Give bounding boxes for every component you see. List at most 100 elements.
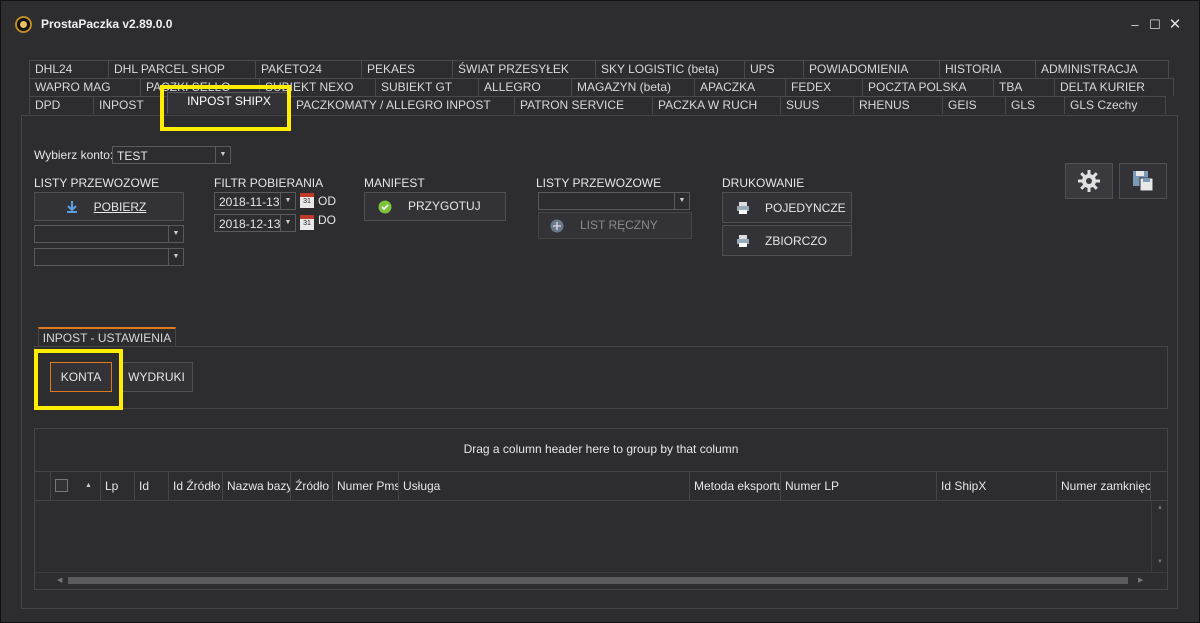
download-button[interactable]: POBIERZ (34, 192, 184, 221)
scroll-up-icon[interactable]: ▲ (1157, 505, 1163, 511)
tab-dhl24[interactable]: DHL24 (29, 60, 109, 78)
chevron-down-icon: ▼ (280, 193, 295, 209)
manual-waybill-button[interactable]: LIST RĘCZNY (538, 212, 692, 239)
tab-subiekt-gt[interactable]: SUBIEKT GT (375, 78, 479, 96)
tab-row-1: DHL24 DHL PARCEL SHOP PAKETO24 PEKAES ŚW… (29, 60, 1169, 78)
settings-button[interactable] (1065, 163, 1113, 199)
row-indicator-column (35, 472, 51, 500)
tab-poczta-polska[interactable]: POCZTA POLSKA (862, 78, 994, 96)
account-value: TEST (117, 149, 148, 163)
column-header-id-zrodlo[interactable]: Id Źródło (169, 472, 223, 500)
column-header-usluga[interactable]: Usługa (399, 472, 690, 500)
waybills-select-1[interactable]: ▼ (34, 225, 184, 243)
plus-circle-icon (550, 219, 564, 233)
chevron-down-icon: ▼ (674, 193, 689, 209)
manual-waybill-label: LIST RĘCZNY (580, 218, 658, 232)
maximize-icon[interactable]: ☐ (1147, 17, 1163, 33)
filter-heading: FILTR POBIERANIA (214, 176, 324, 190)
chevron-down-icon: ▼ (168, 226, 183, 242)
date-to-value: 2018-12-13 (219, 217, 281, 231)
scroll-left-icon[interactable]: ◀ (57, 576, 62, 584)
tab-wapro-mag[interactable]: WAPRO MAG (29, 78, 141, 96)
check-circle-icon (378, 200, 392, 214)
scroll-down-icon[interactable]: ▼ (1157, 559, 1163, 565)
tab-paketo24[interactable]: PAKETO24 (255, 60, 362, 78)
manifest-heading: MANIFEST (364, 176, 425, 190)
data-grid: Drag a column header here to group by th… (34, 428, 1168, 590)
sort-ascending-icon: ▲ (85, 482, 92, 489)
calendar-icon[interactable]: 31 (300, 193, 314, 208)
save-button[interactable] (1119, 163, 1167, 199)
tab-ups[interactable]: UPS (744, 60, 804, 78)
date-from-value: 2018-11-13 (219, 195, 280, 209)
prints-button[interactable]: WYDRUKI (120, 362, 193, 392)
tab-administracja[interactable]: ADMINISTRACJA (1035, 60, 1169, 78)
tab-pekaes[interactable]: PEKAES (361, 60, 453, 78)
tab-paczka-w-ruch[interactable]: PACZKA W RUCH (652, 96, 781, 114)
column-header-metoda-eksportu[interactable]: Metoda eksportu (690, 472, 781, 500)
select-all-column[interactable]: ▲ (51, 472, 101, 500)
tab-rhenus[interactable]: RHENUS (853, 96, 943, 114)
tab-fedex[interactable]: FEDEX (785, 78, 863, 96)
prints-label: WYDRUKI (128, 370, 185, 384)
column-header-zrodlo[interactable]: Źródło (291, 472, 333, 500)
column-header-numer-zamkniecia[interactable]: Numer zamknięcia (1057, 472, 1151, 500)
settings-panel (34, 346, 1168, 409)
horizontal-scrollbar[interactable]: ◀ ▶ (35, 572, 1167, 589)
waybills-select-2[interactable]: ▼ (34, 248, 184, 266)
print-single-button[interactable]: POJEDYNCZE (722, 192, 852, 223)
waybills-right-heading: LISTY PRZEWOZOWE (536, 176, 662, 190)
chevron-down-icon: ▼ (215, 147, 230, 163)
window-title: ProstaPaczka v2.89.0.0 (41, 17, 173, 31)
highlight-accounts-button (34, 349, 123, 410)
tab-delta-kurier[interactable]: DELTA KURIER (1054, 78, 1174, 96)
scroll-right-icon[interactable]: ▶ (1138, 576, 1143, 584)
tab-dpd[interactable]: DPD (29, 96, 94, 114)
column-header-nazwa-bazy[interactable]: Nazwa bazy (223, 472, 291, 500)
tab-tba[interactable]: TBA (993, 78, 1055, 96)
tab-geis[interactable]: GEIS (942, 96, 1006, 114)
calendar-icon[interactable]: 31 (300, 215, 314, 230)
tab-magazyn[interactable]: MAGAZYN (beta) (571, 78, 695, 96)
tab-sky-logistic[interactable]: SKY LOGISTIC (beta) (595, 60, 745, 78)
group-panel-hint: Drag a column header here to group by th… (463, 442, 739, 456)
save-icon (1133, 171, 1154, 192)
column-header-id[interactable]: Id (135, 472, 169, 500)
tab-dhl-parcel-shop[interactable]: DHL PARCEL SHOP (108, 60, 256, 78)
print-batch-button[interactable]: ZBIORCZO (722, 225, 852, 256)
column-header-lp[interactable]: Lp (101, 472, 135, 500)
minimize-icon[interactable]: – (1127, 17, 1143, 33)
vertical-scrollbar[interactable]: ▲ ▼ (1151, 501, 1167, 572)
horizontal-scroll-thumb[interactable] (68, 577, 1128, 584)
date-to-picker[interactable]: 2018-12-13 ▼ (214, 214, 296, 232)
tab-patron-service[interactable]: PATRON SERVICE (514, 96, 653, 114)
column-header-id-shipx[interactable]: Id ShipX (937, 472, 1057, 500)
date-from-picker[interactable]: 2018-11-13 ▼ (214, 192, 296, 210)
printing-heading: DRUKOWANIE (722, 176, 805, 190)
tab-paczkomaty-allegro-inpost[interactable]: PACZKOMATY / ALLEGRO INPOST (290, 96, 515, 114)
tab-gls[interactable]: GLS (1005, 96, 1065, 114)
tab-powiadomienia[interactable]: POWIADOMIENIA (803, 60, 940, 78)
column-header-numer-pms[interactable]: Numer Pms (333, 472, 399, 500)
column-header-numer-lp[interactable]: Numer LP (781, 472, 937, 500)
close-icon[interactable]: ✕ (1167, 17, 1183, 33)
tab-inpost-settings[interactable]: INPOST - USTAWIENIA (38, 327, 176, 347)
tab-swiat-przesylek[interactable]: ŚWIAT PRZESYŁEK (452, 60, 596, 78)
select-all-checkbox[interactable] (55, 479, 68, 492)
tab-inpost[interactable]: INPOST (93, 96, 168, 114)
download-icon (67, 201, 77, 213)
tab-apaczka[interactable]: APACZKA (694, 78, 786, 96)
prepare-button[interactable]: PRZYGOTUJ (364, 192, 506, 221)
tab-suus[interactable]: SUUS (780, 96, 854, 114)
account-select[interactable]: TEST ▼ (112, 146, 231, 164)
tab-gls-czechy[interactable]: GLS Czechy (1064, 96, 1166, 114)
date-from-label: OD (318, 194, 336, 208)
tab-historia[interactable]: HISTORIA (939, 60, 1036, 78)
tab-allegro[interactable]: ALLEGRO (478, 78, 572, 96)
printer-icon (737, 235, 749, 247)
waybills-right-select[interactable]: ▼ (538, 192, 690, 210)
gear-icon (1078, 170, 1100, 192)
app-logo-icon (15, 16, 32, 33)
date-to-label: DO (318, 213, 336, 227)
print-batch-label: ZBIORCZO (765, 234, 827, 248)
